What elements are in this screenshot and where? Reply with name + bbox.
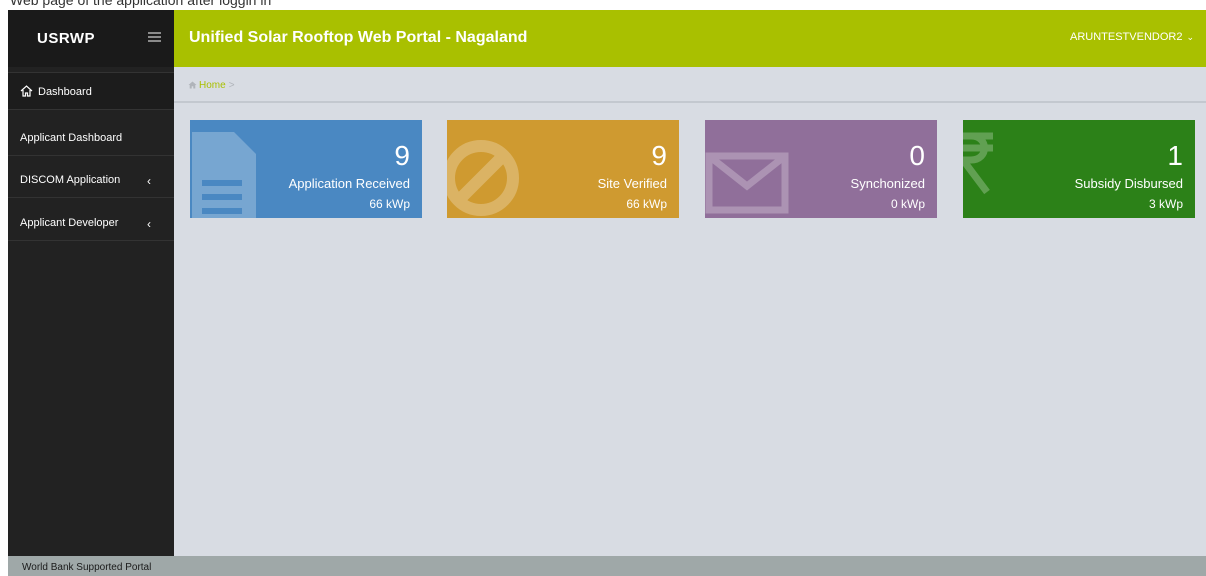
main-content: Home > 9 Application Received 66 kWp 9 Si… — [174, 67, 1206, 556]
chevron-down-icon: ⌄ — [1186, 32, 1194, 42]
user-name: ARUNTESTVENDOR2 — [1069, 31, 1183, 43]
page-caption: Web page of the application after loggin… — [10, 0, 272, 8]
footer: World Bank Supported Portal — [8, 556, 1206, 576]
card-label: Synchonized — [850, 176, 925, 191]
breadcrumb-separator: > — [228, 80, 235, 91]
card-label: Subsidy Disbursed — [1074, 176, 1183, 191]
home-icon — [20, 85, 33, 97]
card-label: Application Received — [288, 176, 410, 191]
sidebar-item-applicant-dashboard[interactable]: Applicant Dashboard — [8, 120, 174, 156]
footer-text: World Bank Supported Portal — [22, 562, 152, 573]
card-value: 1 — [1167, 140, 1183, 171]
document-icon — [192, 132, 256, 218]
sidebar-item-applicant-developer[interactable]: Applicant Developer ‹ — [8, 205, 174, 241]
sidebar-item-label: Applicant Developer — [20, 217, 119, 229]
sidebar-item-label: Applicant Dashboard — [20, 132, 123, 144]
brand-title: USRWP — [37, 30, 96, 47]
breadcrumb-home[interactable]: Home — [199, 80, 226, 91]
brand-bar: USRWP — [8, 10, 174, 67]
page-caption-strip: Web page of the application after loggin… — [0, 0, 1206, 10]
rupee-icon — [963, 132, 993, 195]
user-menu-button[interactable]: ARUNTESTVENDOR2 ⌄ — [1070, 31, 1194, 43]
top-header: Unified Solar Rooftop Web Portal - Nagal… — [174, 10, 1206, 67]
sidebar: USRWP Dashboard Applicant Dashboard DISC… — [8, 10, 174, 556]
card-value: 0 — [909, 140, 925, 171]
home-breadcrumb-icon — [188, 81, 197, 89]
stat-card-site-verified[interactable]: 9 Site Verified 66 kWp — [447, 120, 679, 218]
page-title: Unified Solar Rooftop Web Portal - Nagal… — [189, 29, 528, 46]
ban-icon — [447, 140, 519, 216]
card-label: Site Verified — [597, 176, 667, 191]
sidebar-item-dashboard[interactable]: Dashboard — [8, 72, 174, 110]
breadcrumb-bar: Home > — [174, 67, 1206, 103]
breadcrumb[interactable]: Home > — [188, 80, 235, 91]
stat-card-application-received[interactable]: 9 Application Received 66 kWp — [190, 120, 422, 218]
card-capacity: 0 kWp — [890, 197, 925, 211]
menu-toggle-icon[interactable] — [148, 32, 161, 43]
sidebar-item-label: DISCOM Application — [20, 174, 121, 186]
card-capacity: 66 kWp — [369, 197, 410, 211]
envelope-icon — [705, 152, 789, 214]
card-capacity: 66 kWp — [626, 197, 667, 211]
chevron-left-icon: ‹ — [147, 217, 151, 231]
stat-card-synchronized[interactable]: 0 Synchonized 0 kWp — [705, 120, 937, 218]
chevron-left-icon: ‹ — [147, 174, 151, 188]
sidebar-item-discom-application[interactable]: DISCOM Application ‹ — [8, 162, 174, 198]
stat-card-subsidy-disbursed[interactable]: 1 Subsidy Disbursed 3 kWp — [963, 120, 1195, 218]
card-value: 9 — [394, 140, 410, 171]
sidebar-item-label: Dashboard — [38, 86, 92, 98]
card-value: 9 — [651, 140, 667, 171]
card-capacity: 3 kWp — [1148, 197, 1183, 211]
